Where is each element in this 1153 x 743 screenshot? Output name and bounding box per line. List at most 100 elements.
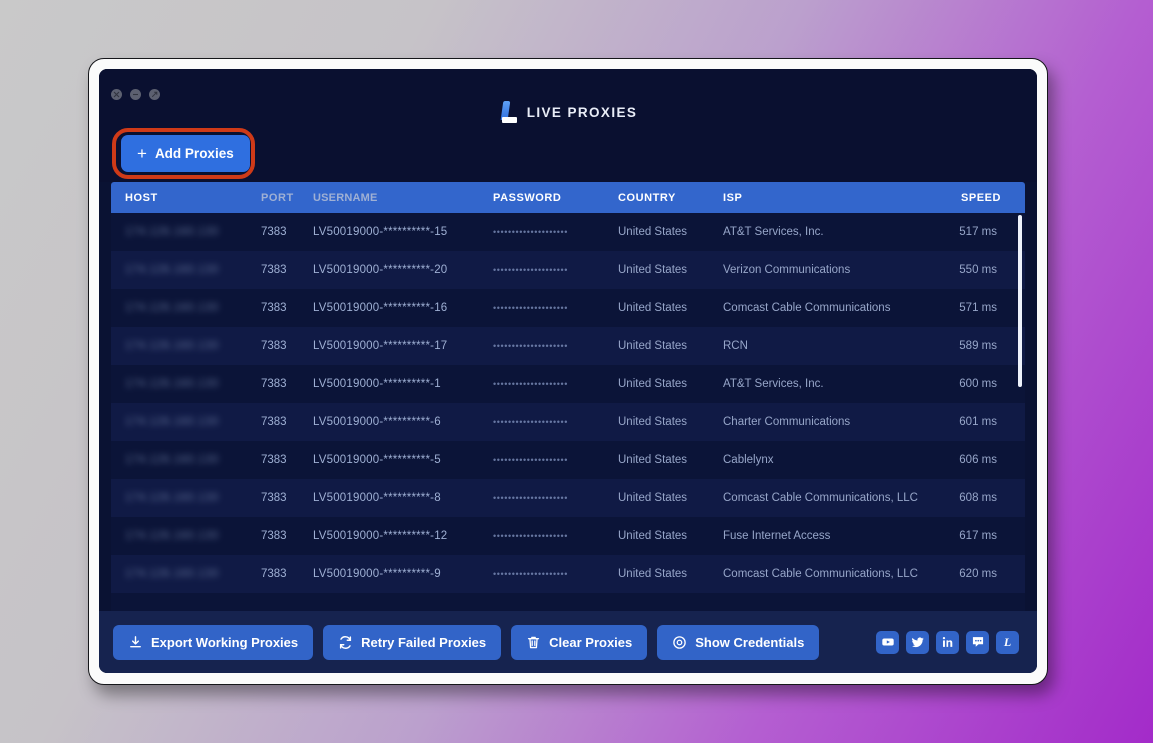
masked-password-value: •••••••••••••••••••• [493,341,569,351]
show-credentials-label: Show Credentials [695,634,805,650]
table-cell-username: LV50019000-**********-20 [313,264,448,276]
table-cell-host: 174.126.160.130 [111,378,261,390]
add-proxies-button[interactable]: + Add Proxies [121,135,250,172]
refresh-icon [338,635,353,650]
table-cell-username: LV50019000-**********-6 [313,416,441,428]
column-header-port[interactable]: PORT [261,192,313,204]
table-row[interactable]: 174.126.160.130 7383 LV50019000-**********… [111,479,1025,517]
masked-password-value: •••••••••••••••••••• [493,303,569,313]
table-cell-isp: RCN [723,340,748,352]
table-cell-isp: Fuse Internet Access [723,530,831,542]
table-cell-host: 174.126.160.130 [111,416,261,428]
table-scrollbar[interactable] [1017,215,1022,607]
table-cell-password: •••••••••••••••••••• [493,455,618,465]
column-header-speed[interactable]: SPEED [939,192,1025,204]
masked-password-value: •••••••••••••••••••• [493,379,569,389]
linkedin-icon[interactable] [936,630,959,654]
table-row[interactable]: 174.126.160.130 7383 LV50019000-**********… [111,289,1025,327]
youtube-icon[interactable] [876,630,899,654]
redacted-host-value: 174.126.160.130 [125,302,219,314]
table-row[interactable]: 174.126.160.130 7383 LV50019000-**********… [111,555,1025,593]
redacted-host-value: 174.126.160.130 [125,416,219,428]
table-cell-host: 174.126.160.130 [111,568,261,580]
twitter-icon[interactable] [906,630,929,654]
table-cell-password: •••••••••••••••••••• [493,303,618,313]
column-header-isp[interactable]: ISP [723,192,939,204]
table-cell-isp: AT&T Services, Inc. [723,226,824,238]
brand: LIVE PROXIES [99,101,1037,123]
show-credentials-button[interactable]: Show Credentials [657,624,820,660]
table-row[interactable]: 174.126.160.130 7383 LV50019000-**********… [111,213,1025,251]
redacted-host-value: 174.126.160.130 [125,492,219,504]
maximize-icon[interactable] [149,89,160,100]
table-cell-speed: 606 ms [959,454,997,466]
table-cell-port: 7383 [261,378,287,390]
table-cell-port: 7383 [261,264,287,276]
table-cell-host: 174.126.160.130 [111,264,261,276]
minimize-icon[interactable] [130,89,141,100]
masked-password-value: •••••••••••••••••••• [493,569,569,579]
table-cell-isp: Verizon Communications [723,264,851,276]
brand-title: LIVE PROXIES [526,104,638,120]
column-header-password[interactable]: PASSWORD [493,192,618,204]
redacted-host-value: 174.126.160.130 [125,340,219,352]
table-cell-port: 7383 [261,568,287,580]
table-cell-country: United States [618,226,688,238]
table-cell-speed: 589 ms [959,340,997,352]
table-row[interactable]: 174.126.160.130 7383 LV50019000-**********… [111,441,1025,479]
masked-password-value: •••••••••••••••••••• [493,227,569,237]
table-cell-username: LV50019000-**********-5 [313,454,441,466]
table-body: 174.126.160.130 7383 LV50019000-**********… [111,213,1025,611]
liveproxies-icon[interactable]: L [996,630,1019,654]
table-cell-port: 7383 [261,340,287,352]
table-cell-port: 7383 [261,454,287,466]
device-frame: LIVE PROXIES + Add Proxies HOST PORT USE… [88,58,1048,685]
table-row[interactable]: 174.126.160.130 7383 LV50019000-**********… [111,517,1025,555]
table-row[interactable]: 174.126.160.130 7383 LV50019000-**********… [111,251,1025,289]
table-cell-speed: 601 ms [959,416,997,428]
table-cell-host: 174.126.160.130 [111,492,261,504]
live-proxies-l-logo [499,101,519,123]
table-row[interactable]: 174.126.160.130 7383 LV50019000-**********… [111,327,1025,365]
column-header-username[interactable]: USERNAME [313,192,493,204]
table-cell-port: 7383 [261,416,287,428]
table-cell-speed: 617 ms [959,530,997,542]
export-working-proxies-button[interactable]: Export Working Proxies [113,624,314,660]
liveproxies-glyph: L [1003,635,1012,649]
masked-password-value: •••••••••••••••••••• [493,265,569,275]
table-cell-country: United States [618,492,688,504]
titlebar: LIVE PROXIES [99,69,1037,125]
table-cell-isp: Charter Communications [723,416,851,428]
table-scrollbar-thumb[interactable] [1018,215,1022,387]
table-cell-host: 174.126.160.130 [111,454,261,466]
column-header-country[interactable]: COUNTRY [618,192,723,204]
table-row[interactable]: 174.126.160.130 7383 LV50019000-**********… [111,403,1025,441]
table-cell-port: 7383 [261,530,287,542]
table-row[interactable]: 174.126.160.130 7383 LV50019000-**********… [111,365,1025,403]
column-header-host[interactable]: HOST [111,192,261,204]
close-icon[interactable] [111,89,122,100]
table-cell-country: United States [618,530,688,542]
action-bar: + Add Proxies [99,125,1037,182]
redacted-host-value: 174.126.160.130 [125,568,219,580]
window-controls [111,89,160,100]
table-cell-speed: 600 ms [959,378,997,390]
plus-icon: + [137,144,147,163]
redacted-host-value: 174.126.160.130 [125,264,219,276]
table-cell-host: 174.126.160.130 [111,530,261,542]
table-cell-isp: Comcast Cable Communications [723,302,891,314]
retry-failed-proxies-button[interactable]: Retry Failed Proxies [323,624,502,660]
discord-icon[interactable] [966,630,989,654]
table-cell-username: LV50019000-**********-17 [313,340,448,352]
masked-password-value: •••••••••••••••••••• [493,531,569,541]
table-cell-country: United States [618,264,688,276]
table-cell-username: LV50019000-**********-8 [313,492,441,504]
retry-failed-proxies-label: Retry Failed Proxies [361,634,487,650]
table-cell-username: LV50019000-**********-15 [313,226,448,238]
table-cell-speed: 517 ms [959,226,997,238]
table-cell-username: LV50019000-**********-9 [313,568,441,580]
table-cell-country: United States [618,454,688,466]
clear-proxies-button[interactable]: Clear Proxies [511,624,648,660]
table-cell-speed: 550 ms [959,264,997,276]
redacted-host-value: 174.126.160.130 [125,378,219,390]
